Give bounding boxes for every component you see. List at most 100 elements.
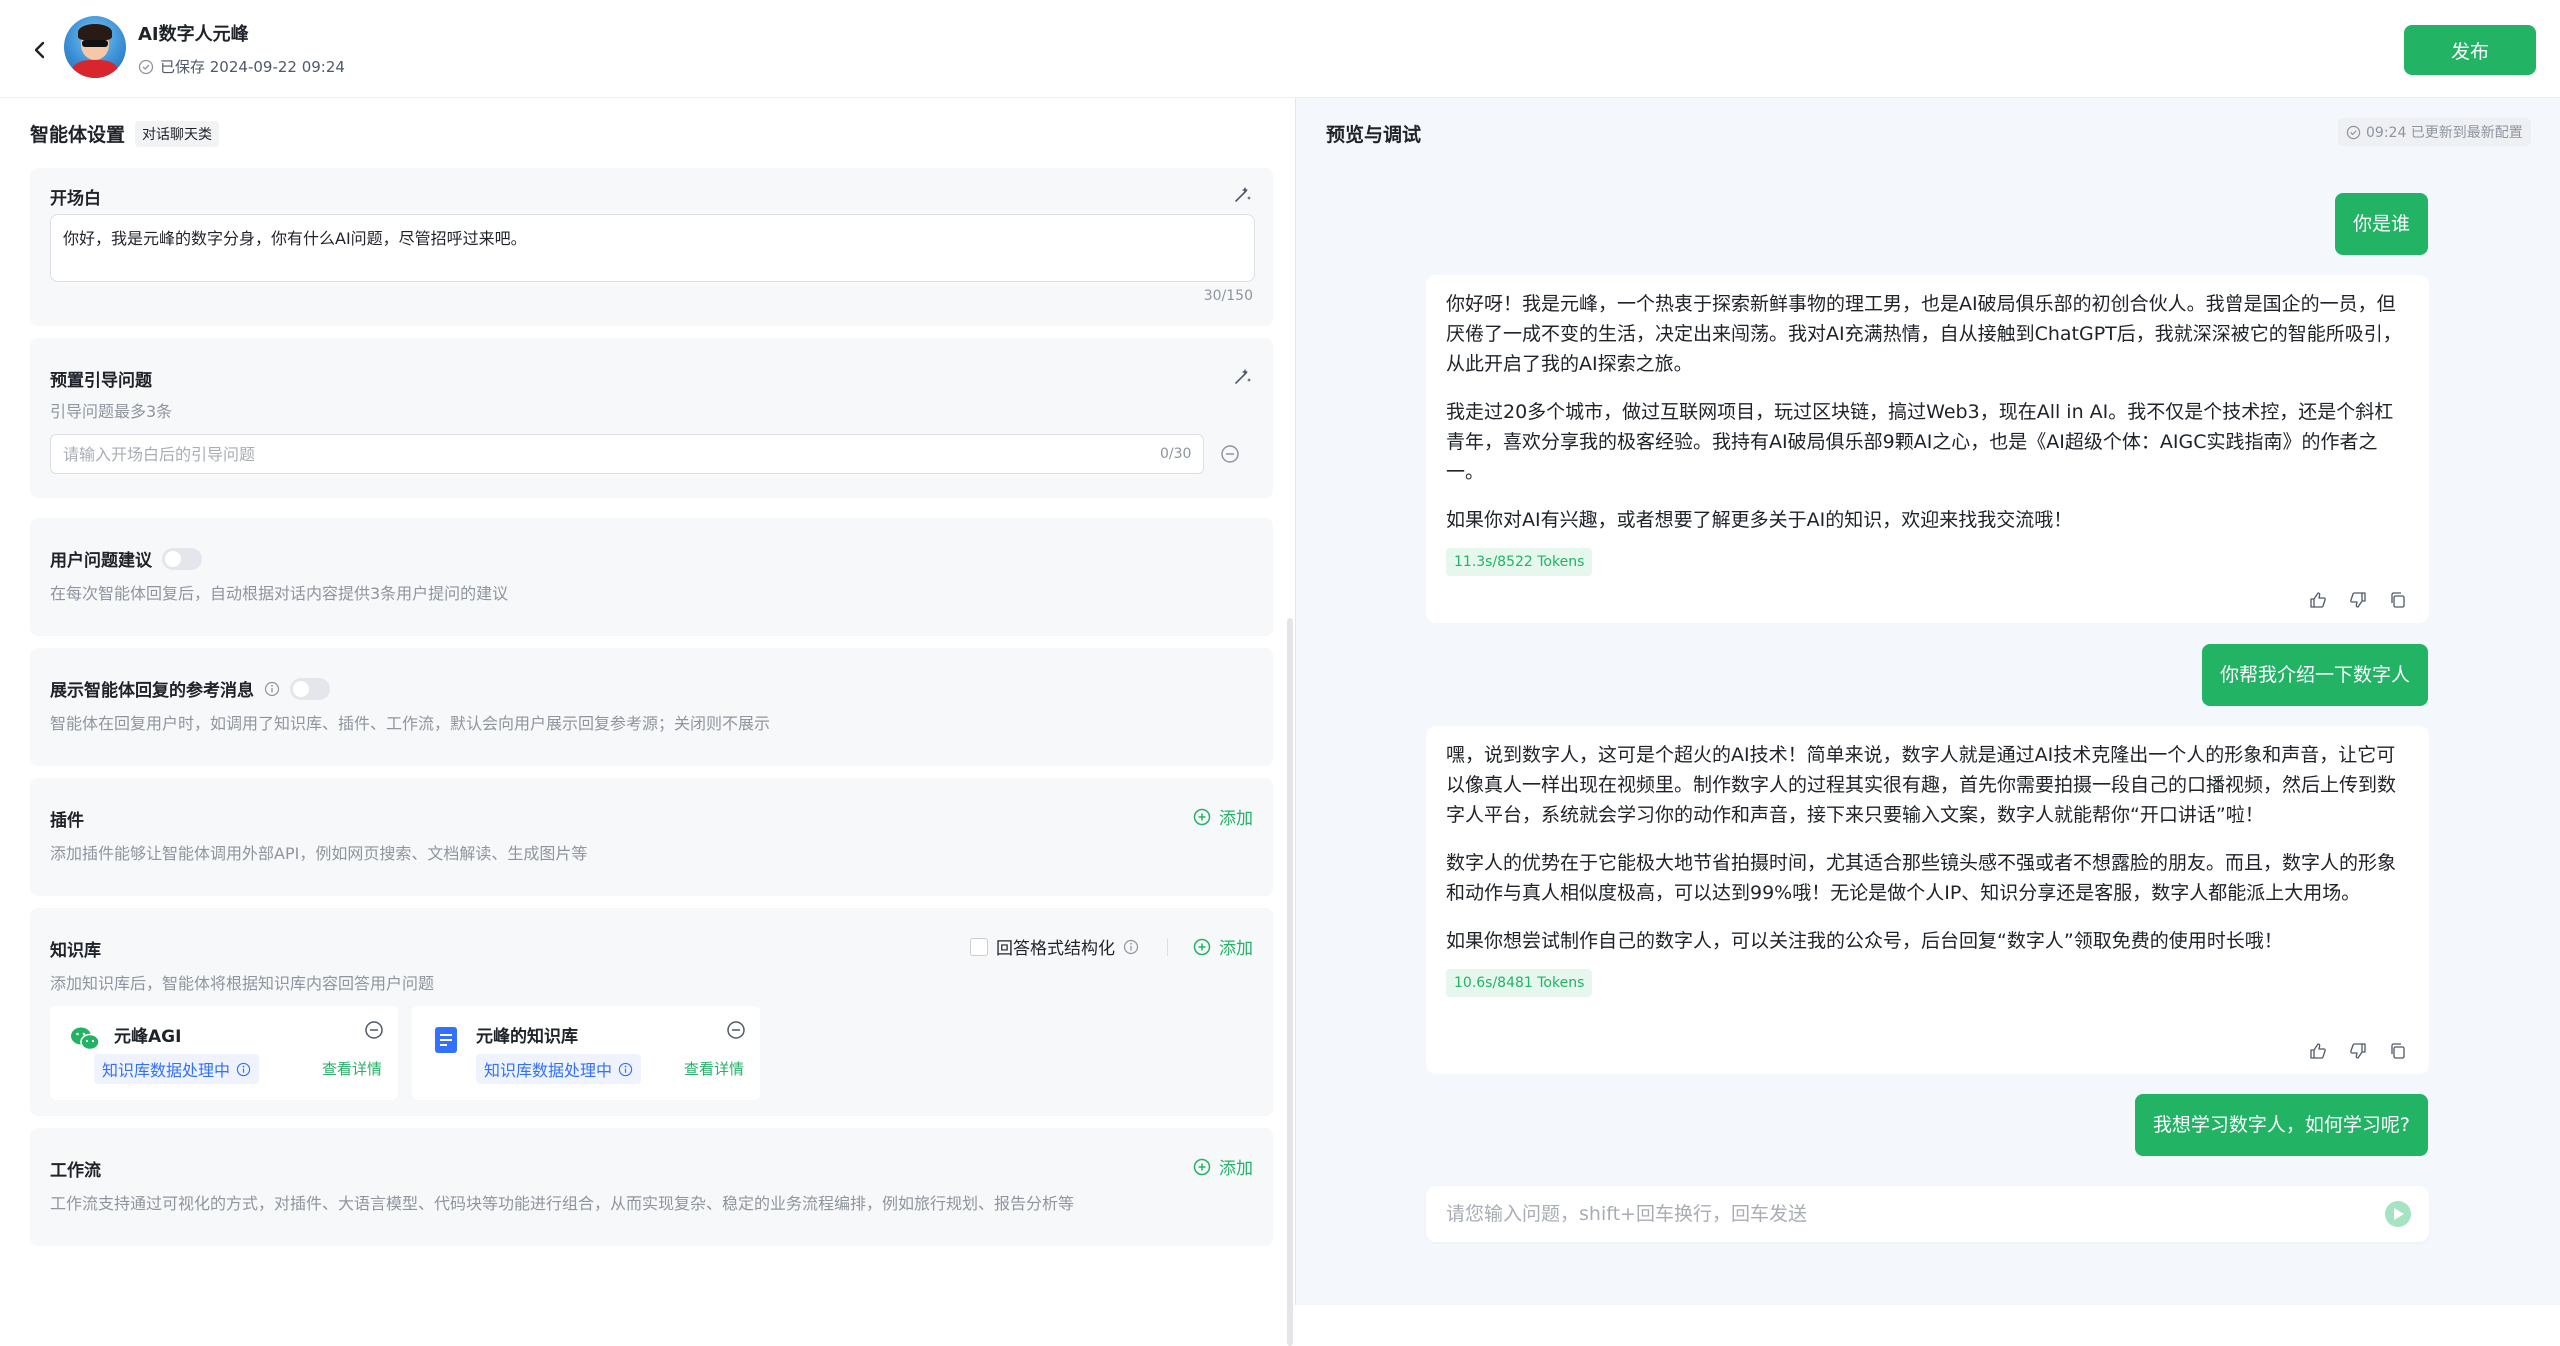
knowledge-title: 知识库 <box>50 941 101 961</box>
magic-wand-icon[interactable] <box>1233 366 1255 388</box>
knowledge-item-name: 元峰AGI <box>114 1027 182 1047</box>
bot-message-paragraph: 嘿，说到数字人，这可是个超火的AI技术！简单来说，数字人就是通过AI技术克隆出一… <box>1446 744 2397 826</box>
opening-counter: 30/150 <box>1203 288 1253 304</box>
reference-title-row: 展示智能体回复的参考消息 <box>50 676 330 701</box>
opening-title: 开场白 <box>50 189 101 209</box>
workflow-add-button[interactable]: 添加 <box>1193 1154 1253 1179</box>
plugins-add-label: 添加 <box>1219 809 1253 829</box>
thumbs-up-icon[interactable] <box>2309 591 2329 611</box>
bot-avatar <box>64 16 126 78</box>
document-icon <box>434 1026 458 1058</box>
user-message: 你是谁 <box>2334 193 2428 255</box>
reference-card: 展示智能体回复的参考消息 智能体在回复用户时，如调用了知识库、插件、工作流，默认… <box>30 648 1273 766</box>
knowledge-item-name: 元峰的知识库 <box>476 1027 578 1047</box>
add-circle-icon <box>1193 938 1211 955</box>
knowledge-desc: 添加知识库后，智能体将根据知识库内容回答用户问题 <box>50 974 435 993</box>
knowledge-item-status-text: 知识库数据处理中 <box>484 1061 613 1080</box>
token-usage-badge: 10.6s/8481 Tokens <box>1446 969 1593 997</box>
info-icon[interactable] <box>264 681 280 697</box>
wechat-icon <box>70 1026 100 1056</box>
config-status-badge: 09:24 已更新到最新配置 <box>2338 118 2531 146</box>
plugins-desc: 添加插件能够让智能体调用外部API，例如网页搜索、文档解读、生成图片等 <box>50 844 588 863</box>
workflow-desc: 工作流支持通过可视化的方式，对插件、大语言模型、代码块等功能进行组合，从而实现复… <box>50 1194 1075 1213</box>
check-circle-icon <box>2346 125 2361 139</box>
settings-title-text: 智能体设置 <box>30 124 126 146</box>
agent-settings-panel: 智能体设置 对话聊天类 开场白 你好，我是元峰的数字分身，你有什么AI问题，尽管… <box>0 98 1295 1346</box>
publish-button[interactable]: 发布 <box>2404 25 2536 75</box>
bot-message: 嘿，说到数字人，这可是个超火的AI技术！简单来说，数字人就是通过AI技术克隆出一… <box>1426 726 2429 1074</box>
remove-circle-icon[interactable] <box>364 1020 384 1040</box>
plugins-title: 插件 <box>50 811 84 831</box>
message-actions <box>2309 1042 2409 1062</box>
knowledge-add-label: 添加 <box>1219 939 1253 959</box>
structured-label: 回答格式结构化 <box>996 939 1115 959</box>
knowledge-item-status: 知识库数据处理中 <box>476 1054 642 1084</box>
bot-message-paragraph: 如果你想尝试制作自己的数字人，可以关注我的公众号，后台回复“数字人”领取免费的使… <box>1446 930 2283 952</box>
guide-question-input[interactable] <box>50 434 1204 474</box>
token-usage-badge: 11.3s/8522 Tokens <box>1446 548 1593 576</box>
settings-title: 智能体设置 对话聊天类 <box>30 120 220 147</box>
copy-icon[interactable] <box>2389 591 2409 611</box>
thumbs-down-icon[interactable] <box>2349 1042 2369 1062</box>
remove-circle-icon[interactable] <box>1220 444 1240 464</box>
send-icon[interactable] <box>2384 1200 2412 1228</box>
opening-card: 开场白 你好，我是元峰的数字分身，你有什么AI问题，尽管招呼过来吧。 30/15… <box>30 168 1273 326</box>
thumbs-down-icon[interactable] <box>2349 591 2369 611</box>
save-status: 已保存 2024-09-22 09:24 <box>138 56 345 77</box>
user-suggestions-card: 用户问题建议 在每次智能体回复后，自动根据对话内容提供3条用户提问的建议 <box>30 518 1273 636</box>
check-circle-icon <box>138 59 154 74</box>
bot-message: 你好呀！我是元峰，一个热衷于探索新鲜事物的理工男，也是AI破局俱乐部的初创合伙人… <box>1426 275 2429 623</box>
knowledge-card: 知识库 回答格式结构化 添加 添加知识库后，智能体将根据知识库内容回答用户问题 … <box>30 908 1273 1116</box>
reference-toggle[interactable] <box>290 677 330 700</box>
config-status-text: 09:24 已更新到最新配置 <box>2366 125 2523 141</box>
reference-title: 展示智能体回复的参考消息 <box>50 681 254 701</box>
structured-checkbox[interactable] <box>970 937 988 956</box>
bot-message-paragraph: 我走过20多个城市，做过互联网项目，玩过区块链，搞过Web3，现在All in … <box>1446 401 2394 483</box>
chat-input[interactable] <box>1426 1186 2429 1242</box>
bot-message-paragraph: 如果你对AI有兴趣，或者想要了解更多关于AI的知识，欢迎来找我交流哦！ <box>1446 509 2073 531</box>
suggest-desc: 在每次智能体回复后，自动根据对话内容提供3条用户提问的建议 <box>50 584 509 603</box>
bot-message-paragraph: 你好呀！我是元峰，一个热衷于探索新鲜事物的理工男，也是AI破局俱乐部的初创合伙人… <box>1446 293 2402 375</box>
knowledge-item-detail-link[interactable]: 查看详情 <box>684 1058 744 1079</box>
knowledge-item[interactable]: 元峰AGI 知识库数据处理中 查看详情 <box>50 1006 398 1100</box>
bot-name: AI数字人元峰 <box>138 24 249 45</box>
bot-message-paragraph: 数字人的优势在于它能极大地节省拍摄时间，尤其适合那些镜头感不强或者不想露脸的朋友… <box>1446 852 2397 904</box>
thumbs-up-icon[interactable] <box>2309 1042 2329 1062</box>
workflow-title: 工作流 <box>50 1161 101 1181</box>
workflow-add-label: 添加 <box>1219 1159 1253 1179</box>
magic-wand-icon[interactable] <box>1233 184 1255 206</box>
knowledge-item-detail-link[interactable]: 查看详情 <box>322 1058 382 1079</box>
guide-title: 预置引导问题 <box>50 371 152 391</box>
top-header: AI数字人元峰 已保存 2024-09-22 09:24 发布 <box>0 0 2560 98</box>
structured-option[interactable]: 回答格式结构化 <box>970 934 1139 959</box>
guide-questions-card: 预置引导问题 引导问题最多3条 0/30 <box>30 338 1273 498</box>
separator <box>1167 938 1168 956</box>
guide-desc: 引导问题最多3条 <box>50 402 173 421</box>
suggest-title-row: 用户问题建议 <box>50 546 202 571</box>
suggest-title: 用户问题建议 <box>50 551 152 571</box>
suggest-toggle[interactable] <box>162 547 202 570</box>
info-icon[interactable] <box>618 1062 633 1077</box>
mode-tag: 对话聊天类 <box>135 120 220 147</box>
back-arrow-icon[interactable] <box>28 38 52 62</box>
remove-circle-icon[interactable] <box>726 1020 746 1040</box>
opening-text-area[interactable]: 你好，我是元峰的数字分身，你有什么AI问题，尽管招呼过来吧。 <box>50 214 1255 282</box>
info-icon[interactable] <box>1123 939 1139 955</box>
knowledge-add-button[interactable]: 添加 <box>1193 934 1253 959</box>
plugins-card: 插件 添加 添加插件能够让智能体调用外部API，例如网页搜索、文档解读、生成图片… <box>30 778 1273 896</box>
add-circle-icon <box>1193 808 1211 825</box>
copy-icon[interactable] <box>2389 1042 2409 1062</box>
info-icon[interactable] <box>236 1062 251 1077</box>
plugins-add-button[interactable]: 添加 <box>1193 804 1253 829</box>
user-message: 你帮我介绍一下数字人 <box>2201 644 2428 706</box>
workflow-card: 工作流 添加 工作流支持通过可视化的方式，对插件、大语言模型、代码块等功能进行组… <box>30 1128 1273 1246</box>
knowledge-item[interactable]: 元峰的知识库 知识库数据处理中 查看详情 <box>412 1006 760 1100</box>
add-circle-icon <box>1193 1158 1211 1175</box>
save-status-text: 已保存 2024-09-22 09:24 <box>160 58 345 76</box>
guide-counter: 0/30 <box>1160 446 1192 462</box>
knowledge-item-status-text: 知识库数据处理中 <box>102 1061 231 1080</box>
settings-scrollbar[interactable] <box>1287 618 1293 1346</box>
preview-title: 预览与调试 <box>1326 124 1422 146</box>
reference-desc: 智能体在回复用户时，如调用了知识库、插件、工作流，默认会向用户展示回复参考源；关… <box>50 714 771 733</box>
knowledge-item-status: 知识库数据处理中 <box>94 1054 260 1084</box>
